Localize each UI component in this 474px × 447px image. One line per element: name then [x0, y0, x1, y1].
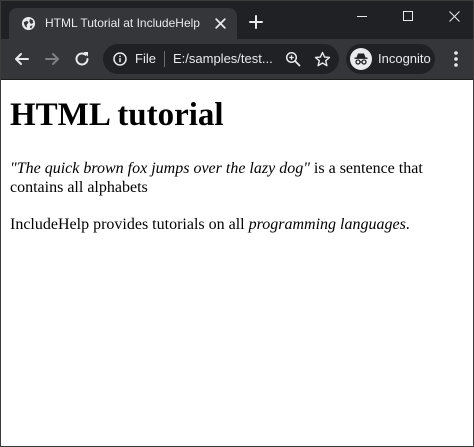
url-text[interactable]: E:/samples/test...	[173, 51, 273, 66]
incognito-icon	[350, 48, 372, 70]
address-divider	[164, 51, 165, 67]
kebab-menu-icon[interactable]	[449, 49, 463, 69]
tab-active[interactable]: HTML Tutorial at IncludeHelp	[9, 8, 237, 39]
url-scheme-label: File	[135, 51, 156, 66]
tutorials-period: .	[405, 216, 410, 233]
page-heading: HTML tutorial	[10, 97, 224, 133]
maximize-icon	[403, 11, 413, 21]
address-bar[interactable]: File E:/samples/test...	[103, 44, 339, 74]
plus-icon[interactable]	[247, 13, 265, 31]
incognito-label: Incognito	[378, 51, 431, 66]
close-icon	[448, 10, 460, 22]
zoom-icon[interactable]	[285, 51, 301, 67]
incognito-badge[interactable]: Incognito	[346, 44, 435, 74]
paragraph-pangram: "The quick brown fox jumps over the lazy…	[10, 159, 470, 197]
arrow-left-icon[interactable]	[12, 49, 32, 69]
star-icon[interactable]	[314, 51, 331, 68]
browser-window: HTML Tutorial at IncludeHelp File E:/sam…	[0, 0, 474, 447]
maximize-button[interactable]	[385, 1, 431, 31]
page-viewport: HTML tutorial "The quick brown fox jumps…	[1, 80, 473, 446]
tab-strip: HTML Tutorial at IncludeHelp	[1, 1, 473, 39]
window-close-button[interactable]	[431, 1, 473, 31]
reload-icon[interactable]	[72, 49, 92, 69]
info-icon[interactable]	[113, 52, 127, 66]
paragraph-tutorials: IncludeHelp provides tutorials on all pr…	[10, 215, 470, 234]
minimize-icon	[357, 16, 367, 17]
globe-icon	[21, 16, 36, 31]
minimize-button[interactable]	[339, 1, 385, 31]
tab-title: HTML Tutorial at IncludeHelp	[45, 16, 200, 30]
toolbar: File E:/samples/test... Incognito	[1, 39, 473, 80]
pangram-quote: "The quick brown fox jumps over the lazy…	[10, 160, 310, 177]
close-icon[interactable]	[214, 17, 227, 30]
tutorials-text: IncludeHelp provides tutorials on all	[10, 216, 249, 233]
arrow-right-icon[interactable]	[42, 49, 62, 69]
tutorials-emphasis: programming languages	[248, 216, 406, 233]
